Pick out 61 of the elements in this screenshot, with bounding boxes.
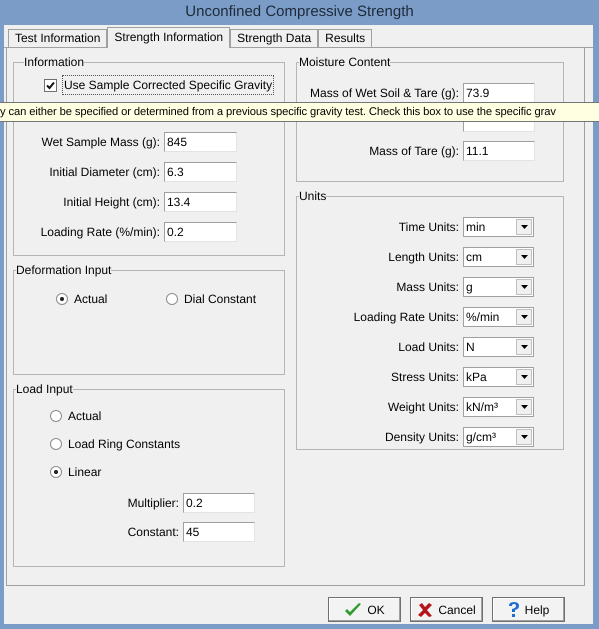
field-label: Wet Sample Mass (g): [40,134,161,151]
dropdown[interactable]: g/cm³ [463,427,534,447]
dropdown[interactable]: g [463,277,534,297]
field-label: Initial Diameter (cm): [48,164,161,181]
field-label: Loading Rate (%/min): [40,224,161,241]
radio-button[interactable] [50,438,62,450]
radio-label[interactable]: Load Ring Constants [68,435,180,453]
radio-label[interactable]: Actual [68,407,102,425]
group-title: Deformation Input [16,264,112,276]
dropdown[interactable]: %/min [463,307,534,327]
cross-icon [417,602,434,618]
input-field[interactable]: 45 [183,522,255,542]
radio-button[interactable] [50,410,62,422]
field-label: Multiplier: [126,495,180,512]
tab[interactable]: Results [318,29,372,47]
window-title: Unconfined Compressive Strength [185,2,414,22]
input-field[interactable]: 6.3 [164,162,237,182]
input-field[interactable]: 0.2 [164,222,237,242]
input-field[interactable]: 0.2 [183,493,255,513]
field-label: Mass of Wet Soil & Tare (g): [309,85,460,102]
dialog-button[interactable]: Help [492,597,565,622]
radio-button[interactable] [166,293,178,305]
field-label: Mass Units: [395,279,460,296]
checkbox[interactable] [44,78,57,92]
tab[interactable]: Strength Data [230,29,318,47]
group-title: Information [24,56,84,68]
field-label: Loading Rate Units: [352,309,460,326]
input-field[interactable]: 11.1 [463,141,535,161]
dropdown[interactable]: kN/m³ [463,397,534,417]
field-label: Time Units: [398,219,460,236]
group-title: Units [299,190,326,202]
check-icon [344,602,362,618]
dialog-button[interactable]: OK [328,597,401,622]
radio-label[interactable]: Actual [74,290,108,308]
radio-label[interactable]: Linear [68,463,102,481]
field-label: Mass of Tare (g): [368,143,460,160]
group-title: Load Input [16,383,73,395]
checkbox-label[interactable]: Use Sample Corrected Specific Gravity [62,75,274,95]
question-mark-icon [508,601,520,618]
dropdown[interactable]: kPa [463,367,534,387]
tooltip: y can either be specified or determined from a previous specific gravity test. Check this box to use the specific grav [0,102,599,122]
group-title: Moisture Content [299,56,390,68]
field-label: Weight Units: [386,399,460,416]
input-field[interactable]: 13.4 [164,192,237,212]
radio-label[interactable]: Dial Constant [184,290,256,308]
radio-button[interactable] [50,466,62,478]
field-label: Load Units: [397,339,460,356]
field-label: Density Units: [384,429,460,446]
dropdown[interactable]: cm [463,247,534,267]
field-label: Initial Height (cm): [62,194,161,211]
field-label: Constant: [126,524,180,541]
input-field[interactable]: 73.9 [463,83,535,103]
dropdown[interactable]: N [463,337,534,357]
field-label: Length Units: [387,249,460,266]
radio-button[interactable] [56,293,68,305]
dialog-button[interactable]: Cancel [410,597,483,622]
tab[interactable]: Test Information [8,29,108,47]
dropdown[interactable]: min [463,217,534,237]
input-field[interactable]: 845 [164,132,237,152]
tab[interactable]: Strength Information [107,27,230,48]
field-label: Stress Units: [390,369,460,386]
